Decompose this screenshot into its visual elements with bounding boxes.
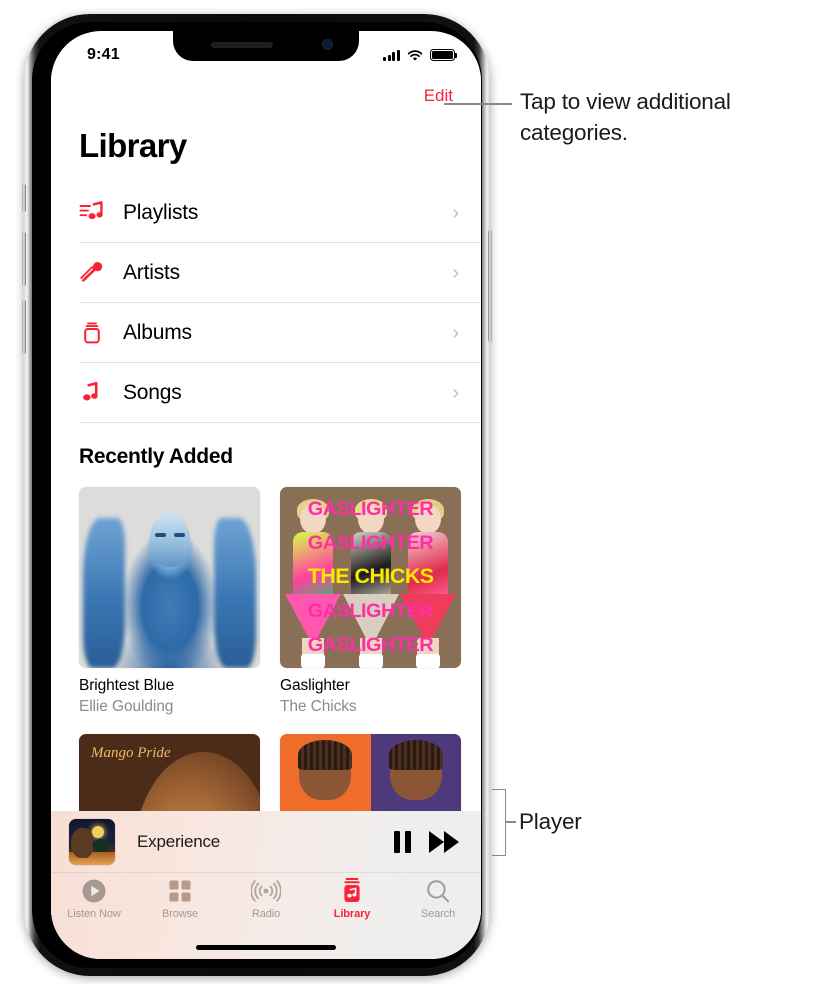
tab-library[interactable]: Library (309, 877, 395, 920)
player-callout-bracket (492, 789, 506, 856)
tab-search[interactable]: Search (395, 877, 481, 920)
front-camera-icon (322, 39, 333, 50)
volume-down-button[interactable] (22, 300, 26, 354)
playlist-note-icon (79, 201, 123, 225)
sidebar-item-label: Playlists (123, 201, 452, 225)
power-button[interactable] (488, 230, 492, 342)
tab-browse[interactable]: Browse (137, 877, 223, 920)
sidebar-item-label: Songs (123, 381, 452, 405)
tab-label: Search (421, 908, 455, 920)
album-artist: The Chicks (280, 698, 461, 716)
album-artwork-brightest-blue (79, 487, 260, 668)
screenshot-root: 9:41 (0, 0, 827, 984)
album-artwork-gaslighter: GASLIGHTER GASLIGHTER THE CHICKS GASLIGH… (280, 487, 461, 668)
edit-row: Edit (51, 73, 481, 119)
chevron-right-icon: › (452, 383, 459, 403)
cellular-bars-icon (383, 49, 400, 61)
iphone-device-frame: 9:41 (24, 14, 490, 976)
microphone-icon (79, 261, 123, 285)
library-category-list: Playlists › Artist (51, 183, 481, 423)
player-and-tabbar: Experience (51, 811, 481, 959)
music-note-icon (79, 381, 123, 405)
radio-waves-icon (251, 877, 281, 904)
status-time: 9:41 (87, 46, 120, 64)
album-card[interactable]: Brightest Blue Ellie Goulding (79, 487, 260, 716)
edit-callout-text: Tap to view additional categories. (520, 86, 820, 148)
artwork-text-line: GASLIGHTER (308, 532, 433, 555)
pause-button[interactable] (394, 831, 411, 853)
silent-switch[interactable] (22, 184, 26, 212)
page-title: Library (51, 119, 481, 165)
player-callout-stub (506, 821, 516, 823)
artwork-text-line: GASLIGHTER (308, 634, 433, 657)
sidebar-item-label: Artists (123, 261, 452, 285)
sidebar-item-playlists[interactable]: Playlists › (79, 183, 481, 243)
albums-stack-icon (79, 321, 123, 345)
chevron-right-icon: › (452, 203, 459, 223)
sidebar-item-albums[interactable]: Albums › (79, 303, 481, 363)
album-title: Brightest Blue (79, 677, 260, 695)
tab-label: Browse (162, 908, 198, 920)
tab-radio[interactable]: Radio (223, 877, 309, 920)
mini-player[interactable]: Experience (51, 811, 481, 873)
library-stack-icon (339, 877, 365, 904)
artwork-text-line: GASLIGHTER (308, 498, 433, 521)
edit-callout-leader-line (444, 103, 512, 105)
earpiece-speaker-icon (211, 42, 273, 48)
tab-listen-now[interactable]: Listen Now (51, 877, 137, 920)
album-title: Gaslighter (280, 677, 461, 695)
wifi-icon (407, 49, 423, 61)
search-icon (425, 877, 451, 904)
artwork-script-text: Mango Pride (91, 746, 171, 761)
volume-up-button[interactable] (22, 232, 26, 286)
tab-label: Listen Now (67, 908, 120, 920)
pause-icon (394, 831, 411, 853)
sidebar-item-label: Albums (123, 321, 452, 345)
status-indicators (383, 49, 455, 62)
chevron-right-icon: › (452, 323, 459, 343)
now-playing-artwork[interactable] (69, 819, 115, 865)
battery-icon (430, 49, 455, 62)
sidebar-item-songs[interactable]: Songs › (79, 363, 481, 423)
artwork-text-line: THE CHICKS (308, 565, 434, 589)
artwork-text-line: GASLIGHTER (308, 600, 433, 623)
sidebar-item-artists[interactable]: Artists › (79, 243, 481, 303)
fast-forward-icon (429, 831, 459, 853)
play-circle-icon (81, 877, 107, 904)
chevron-right-icon: › (452, 263, 459, 283)
notch (173, 31, 359, 61)
home-indicator[interactable] (196, 945, 336, 950)
section-title-recently-added: Recently Added (51, 423, 481, 469)
device-screen: 9:41 (51, 31, 481, 959)
album-artist: Ellie Goulding (79, 698, 260, 716)
tab-label: Radio (252, 908, 280, 920)
tab-label: Library (334, 908, 371, 920)
fast-forward-button[interactable] (411, 831, 459, 853)
grid-squares-icon (167, 877, 193, 904)
album-card[interactable]: GASLIGHTER GASLIGHTER THE CHICKS GASLIGH… (280, 487, 461, 716)
now-playing-title: Experience (137, 832, 394, 852)
player-callout-text: Player (519, 806, 582, 837)
library-screen: Edit Library (51, 73, 481, 959)
tab-bar: Listen Now Browse (51, 873, 481, 931)
